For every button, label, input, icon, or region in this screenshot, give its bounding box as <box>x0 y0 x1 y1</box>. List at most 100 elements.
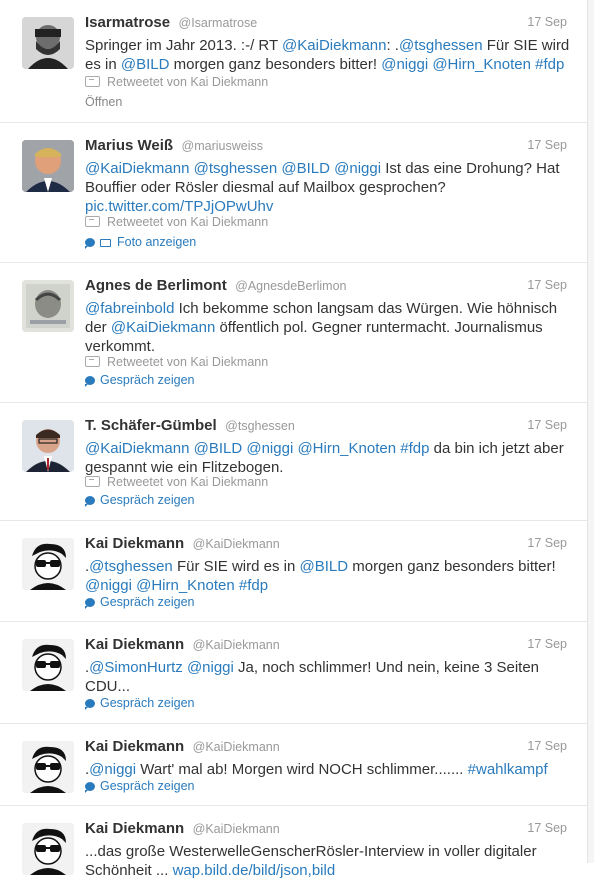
tweet-link[interactable]: #fdp <box>239 577 268 594</box>
username[interactable]: @KaiDiekmann <box>193 822 280 836</box>
tweet-text-line: ...das große WesterwelleGenscherRösler-I… <box>85 842 570 861</box>
tweet-text-segment: es in <box>85 56 121 73</box>
timestamp[interactable]: 17 Sep <box>527 138 567 152</box>
show-conversation-label: Gespräch zeigen <box>100 493 195 507</box>
tweet-text-segment: Ja, noch schlimmer! Und nein, keine 3 Se… <box>233 659 540 676</box>
tweet-text-segment: Ist das eine Drohung? Hat <box>381 160 560 177</box>
tweet-link[interactable]: @niggi <box>187 659 234 676</box>
tweet-text: @fabreinbold Ich bekomme schon langsam d… <box>85 299 570 356</box>
tweet-link[interactable]: @tsghessen <box>194 160 278 177</box>
timestamp[interactable]: 17 Sep <box>527 739 567 753</box>
username[interactable]: @KaiDiekmann <box>193 638 280 652</box>
avatar[interactable] <box>22 17 74 69</box>
tweet-link[interactable]: @Hirn_Knoten <box>432 56 531 73</box>
tweet-text-line: @fabreinbold Ich bekomme schon langsam d… <box>85 299 570 318</box>
conversation-icon <box>85 376 95 387</box>
username[interactable]: @Isarmatrose <box>179 16 258 30</box>
timestamp[interactable]: 17 Sep <box>527 15 567 29</box>
avatar[interactable] <box>22 639 74 691</box>
tweet-text-segment: morgen ganz besonders bitter! <box>169 56 382 73</box>
fullname[interactable]: Agnes de Berlimont <box>85 277 227 294</box>
tweet[interactable]: Isarmatrose @Isarmatrose 17 Sep Springer… <box>0 0 588 123</box>
timestamp[interactable]: 17 Sep <box>527 278 567 292</box>
username[interactable]: @mariusweiss <box>182 139 263 153</box>
timestamp[interactable]: 17 Sep <box>527 536 567 550</box>
tweet-link[interactable]: @BILD <box>281 160 330 177</box>
tweet[interactable]: Kai Diekmann @KaiDiekmann 17 Sep .@Simon… <box>0 622 588 724</box>
tweet-text: @KaiDiekmann @BILD @niggi @Hirn_Knoten #… <box>85 439 570 477</box>
tweet-text-segment: Schönheit ... <box>85 862 173 879</box>
avatar[interactable] <box>22 420 74 472</box>
tweet-link[interactable]: #wahlkampf <box>468 761 548 778</box>
tweet-link[interactable]: @KaiDiekmann <box>85 160 189 177</box>
tweet-text-line: pic.twitter.com/TPJjOPwUhv <box>85 197 570 216</box>
fullname[interactable]: Isarmatrose <box>85 14 170 31</box>
show-conversation-link[interactable]: Gespräch zeigen <box>85 493 195 507</box>
tweet-link[interactable]: wap.bild.de/bild/json,bild <box>173 862 336 879</box>
tweet-link[interactable]: @niggi <box>334 160 381 177</box>
tweet[interactable]: Kai Diekmann @KaiDiekmann 17 Sep .@niggi… <box>0 724 588 806</box>
retweet-icon <box>85 216 100 227</box>
tweet-link[interactable]: @fabreinbold <box>85 300 174 317</box>
tweet-link[interactable]: @SimonHurtz <box>89 659 183 676</box>
timestamp[interactable]: 17 Sep <box>527 418 567 432</box>
fullname[interactable]: Kai Diekmann <box>85 535 184 552</box>
show-conversation-link[interactable]: Gespräch zeigen <box>85 779 195 793</box>
tweet-link[interactable]: #fdp <box>535 56 564 73</box>
tweet-text-line: CDU... <box>85 677 570 696</box>
tweet-text-line: .@tsghessen Für SIE wird es in @BILD mor… <box>85 557 570 576</box>
retweeted-by-label: Retweetet von Kai Diekmann <box>107 475 269 489</box>
avatar[interactable] <box>22 741 74 793</box>
tweet-link[interactable]: @KaiDiekmann <box>111 319 215 336</box>
tweet[interactable]: Kai Diekmann @KaiDiekmann 17 Sep ...das … <box>0 806 588 879</box>
tweet-text-segment: Bouffier oder Rösler diesmal auf Mailbox… <box>85 179 446 196</box>
tweet-link[interactable]: #fdp <box>400 440 429 457</box>
fullname[interactable]: Kai Diekmann <box>85 738 184 755</box>
username[interactable]: @KaiDiekmann <box>193 740 280 754</box>
expand-link[interactable]: Öffnen <box>85 95 122 109</box>
retweeted-by-label: Retweetet von Kai Diekmann <box>107 215 269 229</box>
tweet[interactable]: Marius Weiß @mariusweiss 17 Sep @KaiDiek… <box>0 123 588 263</box>
tweet-link[interactable]: @Hirn_Knoten <box>136 577 235 594</box>
tweet-link[interactable]: @KaiDiekmann <box>282 37 386 54</box>
conversation-icon <box>85 598 95 609</box>
tweet[interactable]: T. Schäfer-Gümbel @tsghessen 17 Sep @Kai… <box>0 403 588 521</box>
timestamp[interactable]: 17 Sep <box>527 637 567 651</box>
show-photo-link[interactable]: Foto anzeigen <box>85 235 196 249</box>
username[interactable]: @tsghessen <box>225 419 295 433</box>
fullname[interactable]: Marius Weiß <box>85 137 173 154</box>
tweet-link[interactable]: @Hirn_Knoten <box>297 440 396 457</box>
username[interactable]: @AgnesdeBerlimon <box>235 279 346 293</box>
tweet-text: ...das große WesterwelleGenscherRösler-I… <box>85 842 570 880</box>
avatar[interactable] <box>22 823 74 875</box>
tweet-text-segment: verkommt. <box>85 338 156 355</box>
tweet-link[interactable]: @niggi <box>89 761 136 778</box>
show-conversation-link[interactable]: Gespräch zeigen <box>85 595 195 609</box>
tweet-link[interactable]: @BILD <box>299 558 348 575</box>
tweet-text-line: Bouffier oder Rösler diesmal auf Mailbox… <box>85 178 570 197</box>
tweet-header: Marius Weiß @mariusweiss 17 Sep <box>85 137 567 157</box>
avatar[interactable] <box>22 140 74 192</box>
tweet-text-segment: gespannt wie ein Flitzebogen. <box>85 459 284 476</box>
tweet-link[interactable]: @niggi <box>85 577 132 594</box>
tweet[interactable]: Agnes de Berlimont @AgnesdeBerlimon 17 S… <box>0 263 588 403</box>
fullname[interactable]: T. Schäfer-Gümbel <box>85 417 217 434</box>
tweet-link[interactable]: @KaiDiekmann <box>85 440 189 457</box>
show-conversation-link[interactable]: Gespräch zeigen <box>85 373 195 387</box>
tweet-link[interactable]: pic.twitter.com/TPJjOPwUhv <box>85 198 273 215</box>
scroll-gutter[interactable] <box>587 0 594 863</box>
avatar[interactable] <box>22 280 74 332</box>
avatar[interactable] <box>22 538 74 590</box>
tweet-link[interactable]: @niggi <box>381 56 428 73</box>
tweet-link[interactable]: @tsghessen <box>399 37 483 54</box>
tweet-link[interactable]: @tsghessen <box>89 558 173 575</box>
fullname[interactable]: Kai Diekmann <box>85 636 184 653</box>
show-conversation-link[interactable]: Gespräch zeigen <box>85 696 195 710</box>
tweet-link[interactable]: @BILD <box>121 56 170 73</box>
username[interactable]: @KaiDiekmann <box>193 537 280 551</box>
timestamp[interactable]: 17 Sep <box>527 821 567 835</box>
tweet[interactable]: Kai Diekmann @KaiDiekmann 17 Sep .@tsghe… <box>0 521 588 622</box>
tweet-link[interactable]: @BILD <box>194 440 243 457</box>
fullname[interactable]: Kai Diekmann <box>85 820 184 837</box>
tweet-link[interactable]: @niggi <box>246 440 293 457</box>
